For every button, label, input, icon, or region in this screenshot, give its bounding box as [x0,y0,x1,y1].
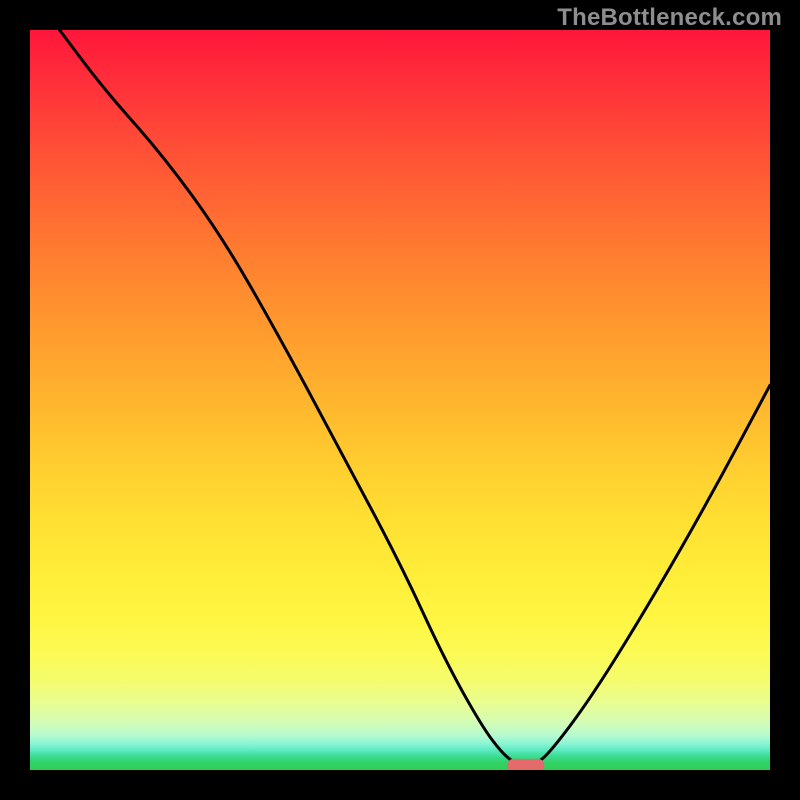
watermark-text: TheBottleneck.com [557,4,782,32]
plot-area [30,30,770,770]
chart-frame: TheBottleneck.com [0,0,800,800]
optimum-marker [30,30,770,770]
